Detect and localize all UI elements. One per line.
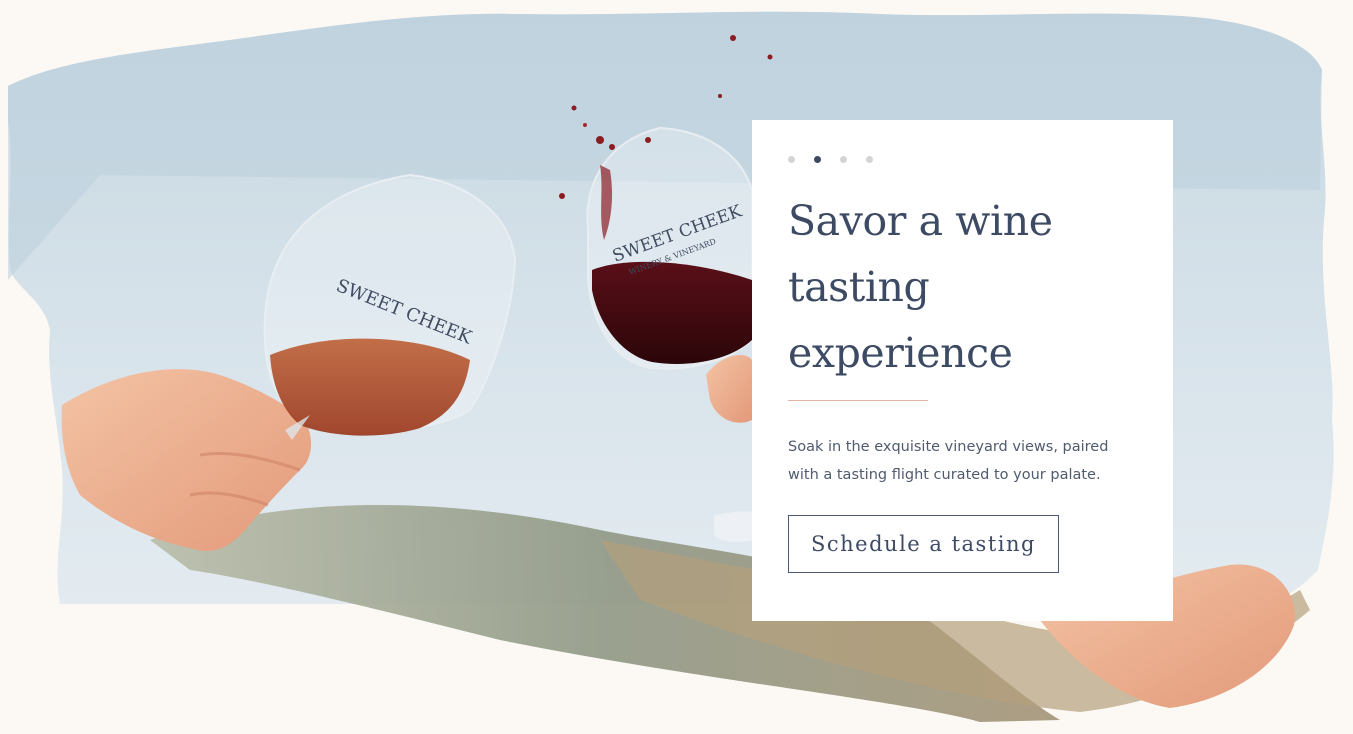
hero-card: Savor a wine tasting experience Soak in … bbox=[752, 120, 1173, 621]
schedule-tasting-button[interactable]: Schedule a tasting bbox=[788, 515, 1059, 573]
carousel-dot-4[interactable] bbox=[866, 155, 873, 163]
hero-section: SWEET CHEEK SWEET CHEEK WINERY & VINEYAR… bbox=[0, 0, 1353, 734]
headline-divider bbox=[788, 400, 928, 401]
headline-line-3: experience bbox=[788, 329, 1013, 377]
carousel-dots bbox=[788, 154, 1137, 164]
carousel-dot-3[interactable] bbox=[840, 155, 847, 163]
headline-line-2: tasting bbox=[788, 263, 930, 311]
carousel-dot-2[interactable] bbox=[814, 155, 821, 163]
hero-headline: Savor a wine tasting experience bbox=[788, 188, 1137, 386]
carousel-dot-1[interactable] bbox=[788, 155, 795, 163]
headline-line-1: Savor a wine bbox=[788, 197, 1053, 245]
hero-description: Soak in the exquisite vineyard views, pa… bbox=[788, 439, 1109, 483]
